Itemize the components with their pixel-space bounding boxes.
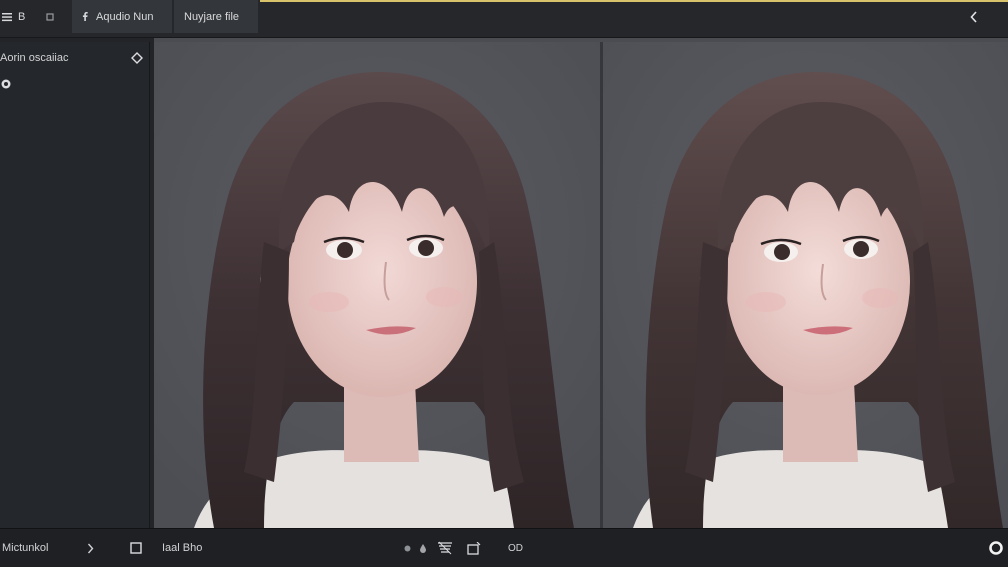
file-label: Iaal Bho bbox=[162, 542, 203, 554]
menu-label: B bbox=[18, 11, 26, 23]
left-image-pane[interactable] bbox=[154, 42, 600, 528]
radio-dot-icon[interactable] bbox=[0, 78, 12, 90]
accent-line bbox=[260, 0, 1008, 2]
sidebar-panel: Aorin oscaiiac bbox=[0, 42, 150, 528]
bottom-bar: Mictunkol Iaal Bho OD bbox=[0, 528, 1008, 567]
status-label: Mictunkol bbox=[2, 542, 49, 554]
chevron-right-icon bbox=[87, 543, 94, 554]
menu-button[interactable]: B bbox=[2, 0, 36, 34]
chevron-left-icon bbox=[970, 11, 978, 23]
diamond-icon[interactable] bbox=[130, 51, 144, 65]
next-button[interactable] bbox=[82, 529, 98, 567]
sidebar-title: Aorin oscaiiac bbox=[0, 52, 69, 64]
square-dot-icon bbox=[46, 13, 54, 21]
portrait-image-left bbox=[154, 42, 600, 528]
record-button[interactable] bbox=[986, 529, 1006, 567]
drop-icon bbox=[420, 543, 426, 553]
sidebar: Aorin oscaiiac bbox=[0, 38, 154, 528]
dot-button[interactable] bbox=[402, 529, 412, 567]
frame-icon bbox=[467, 541, 481, 555]
facebook-icon bbox=[82, 12, 88, 21]
tab-file-label: Nuyjare file bbox=[184, 10, 240, 23]
frame-button[interactable] bbox=[466, 529, 482, 567]
tab-audio-label: Aqudio Nun bbox=[96, 10, 154, 23]
square-outline-icon bbox=[130, 542, 142, 554]
hamburger-icon bbox=[2, 12, 12, 22]
circle-ring-icon bbox=[989, 541, 1003, 555]
back-button[interactable] bbox=[962, 0, 986, 34]
tab-audio[interactable]: Aqudio Nun bbox=[72, 0, 172, 33]
layers-icon bbox=[437, 541, 453, 555]
image-viewer bbox=[154, 38, 1008, 528]
top-bar: B Aqudio Nun Nuyjare file bbox=[0, 0, 1008, 38]
toolbar-button[interactable] bbox=[46, 0, 66, 34]
right-image-pane[interactable] bbox=[603, 42, 1008, 528]
square-button[interactable] bbox=[128, 529, 144, 567]
layers-button[interactable] bbox=[436, 529, 454, 567]
zoom-label[interactable]: OD bbox=[508, 529, 523, 567]
tab-file[interactable]: Nuyjare file bbox=[174, 0, 258, 33]
small-dot-icon bbox=[404, 545, 411, 552]
drop-button[interactable] bbox=[418, 529, 428, 567]
portrait-image-right bbox=[603, 42, 1008, 528]
